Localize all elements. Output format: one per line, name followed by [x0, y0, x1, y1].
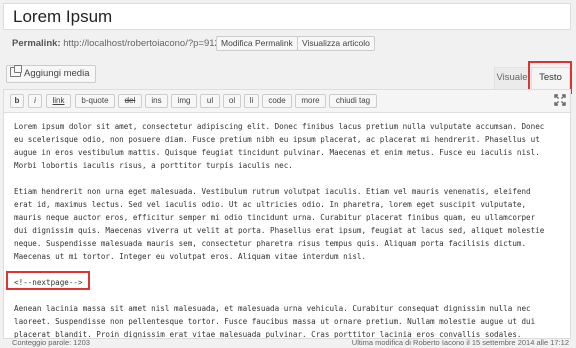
permalink-label: Permalink: [12, 38, 61, 49]
toolbar-more-button[interactable]: more [295, 94, 326, 108]
toolbar-close-tags-button[interactable]: chiudi tag [329, 94, 377, 108]
content-textarea[interactable]: Lorem ipsum dolor sit amet, consectetur … [3, 112, 571, 339]
toolbar-link-button[interactable]: link [46, 94, 71, 108]
toolbar-ol-button[interactable]: ol [223, 94, 241, 108]
toolbar-li-button[interactable]: li [244, 94, 259, 108]
last-modified: Ultima modifica di Roberto Iacono il 15 … [351, 338, 569, 347]
toolbar-bold-button[interactable]: b [10, 94, 24, 108]
permalink-row: Permalink: http://localhost/robertoiacon… [12, 36, 220, 52]
status-bar: Conteggio parole: 1203 Ultima modifica d… [3, 338, 571, 348]
toolbar-italic-button[interactable]: i [28, 94, 42, 108]
toolbar-del-button[interactable]: del [118, 94, 142, 108]
view-post-button[interactable]: Visualizza articolo [297, 36, 375, 51]
paragraph-1: Lorem ipsum dolor sit amet, consectetur … [14, 122, 545, 170]
media-icon [10, 65, 22, 77]
fullscreen-icon[interactable] [554, 94, 566, 106]
toolbar-blockquote-button[interactable]: b-quote [75, 94, 115, 108]
toolbar-code-button[interactable]: code [262, 94, 292, 108]
tab-visual[interactable]: Visuale [494, 67, 530, 89]
post-title-input[interactable]: Lorem Ipsum [3, 3, 571, 30]
toolbar-img-button[interactable]: img [171, 94, 197, 108]
add-media-button[interactable]: Aggiungi media [6, 65, 96, 83]
permalink-url[interactable]: http://localhost/robertoiacono/?p=912 [63, 38, 220, 49]
toolbar-ins-button[interactable]: ins [145, 94, 168, 108]
paragraph-3: Aenean lacinia massa sit amet nisl males… [14, 304, 536, 339]
quicktags-toolbar: b i link b-quote del ins img ul ol li co… [3, 89, 571, 112]
add-media-label: Aggiungi media [24, 68, 90, 79]
word-count: Conteggio parole: 1203 [12, 338, 90, 347]
nextpage-highlight [6, 271, 90, 290]
toolbar-ul-button[interactable]: ul [200, 94, 220, 108]
paragraph-2: Etiam hendrerit non urna eget malesuada.… [14, 187, 545, 261]
edit-permalink-button[interactable]: Modifica Permalink [216, 36, 298, 51]
